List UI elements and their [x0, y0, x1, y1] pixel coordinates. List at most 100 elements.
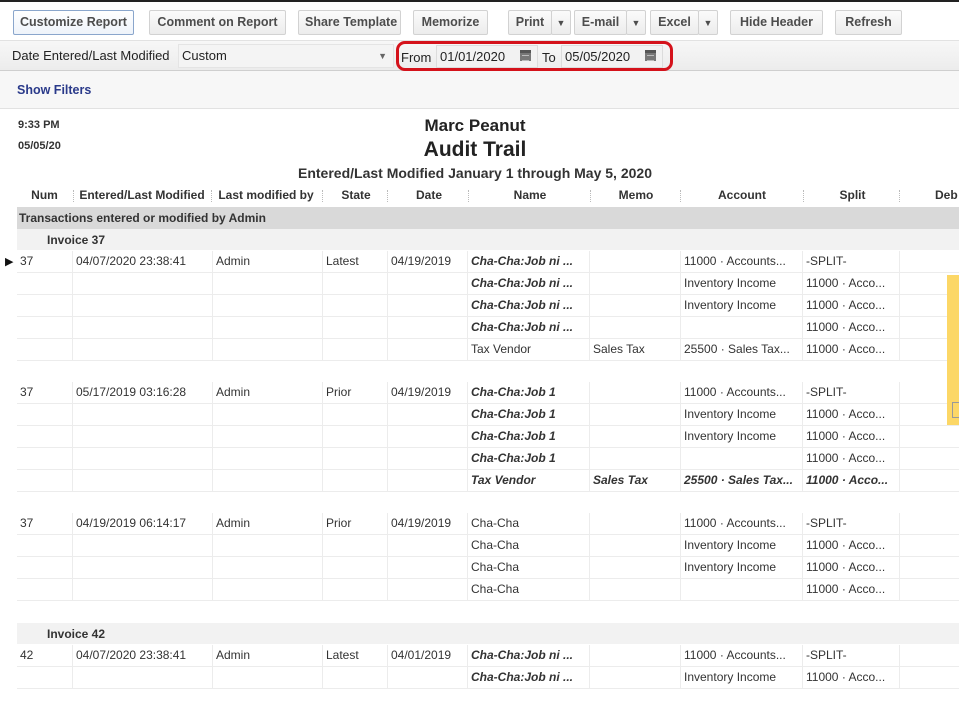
cell-by: [213, 273, 323, 295]
cell-account: Inventory Income: [681, 557, 803, 579]
cell-modified: [73, 404, 213, 426]
cell-date: [388, 535, 468, 557]
chevron-down-icon: ▼: [703, 18, 713, 28]
calendar-icon[interactable]: [520, 50, 531, 61]
table-row[interactable]: Cha-Cha Inventory Income 11000 · Acco...: [17, 535, 959, 557]
cell-memo: [590, 295, 681, 317]
from-date-field[interactable]: 01/01/2020: [436, 45, 538, 68]
print-dropdown[interactable]: ▼: [551, 10, 571, 35]
show-filters-link[interactable]: Show Filters: [17, 83, 91, 97]
excel-dropdown[interactable]: ▼: [698, 10, 718, 35]
cell-name: Cha-Cha: [468, 535, 590, 557]
cell-name: Cha-Cha:Job ni ...: [468, 295, 590, 317]
column-resize-handle[interactable]: [468, 190, 469, 202]
cell-modified: [73, 295, 213, 317]
email-dropdown[interactable]: ▼: [626, 10, 646, 35]
comment-on-report-button[interactable]: Comment on Report: [149, 10, 286, 35]
cell-debit: [900, 470, 959, 492]
share-template-button[interactable]: Share Template: [298, 10, 401, 35]
cell-split: 11000 · Acco...: [803, 667, 900, 689]
table-row[interactable]: Tax Vendor Sales Tax 25500 · Sales Tax... 1…: [17, 470, 959, 492]
cell-debit: [900, 448, 959, 470]
to-date-field[interactable]: 05/05/2020: [561, 45, 663, 68]
table-row[interactable]: 37 04/19/2019 06:14:17 Admin Prior 04/19/201…: [17, 513, 959, 535]
cell-by: [213, 667, 323, 689]
hide-header-button[interactable]: Hide Header: [730, 10, 823, 35]
cell-date: 04/19/2019: [388, 382, 468, 404]
column-resize-handle[interactable]: [211, 190, 212, 202]
cell-modified: 04/07/2020 23:38:41: [73, 645, 213, 667]
table-row[interactable]: 37 05/17/2019 03:16:28 Admin Prior 04/19/201…: [17, 382, 959, 404]
table-row[interactable]: Cha-Cha:Job 1 11000 · Acco...: [17, 448, 959, 470]
table-row[interactable]: 37 04/07/2020 23:38:41 Admin Latest 04/19/20…: [17, 251, 959, 273]
cell-date: 04/19/2019: [388, 251, 468, 273]
column-resize-handle[interactable]: [899, 190, 900, 202]
column-header-debit[interactable]: Deb: [922, 188, 959, 202]
memorize-button[interactable]: Memorize: [413, 10, 488, 35]
cell-state: [323, 317, 388, 339]
calendar-icon[interactable]: [645, 50, 656, 61]
cell-num: 37: [17, 513, 73, 535]
customize-report-button[interactable]: Customize Report: [13, 10, 134, 35]
column-resize-handle[interactable]: [590, 190, 591, 202]
table-row[interactable]: 42 04/07/2020 23:38:41 Admin Latest 04/01/20…: [17, 645, 959, 667]
print-button[interactable]: Print: [508, 10, 552, 35]
cell-state: [323, 470, 388, 492]
to-label: To: [542, 50, 556, 65]
column-header-account[interactable]: Account: [682, 188, 802, 202]
column-resize-handle[interactable]: [803, 190, 804, 202]
cell-date: [388, 579, 468, 601]
from-label: From: [401, 50, 432, 65]
excel-button[interactable]: Excel: [650, 10, 699, 35]
column-header-entered[interactable]: Entered/Last Modified: [77, 188, 207, 202]
column-resize-handle[interactable]: [322, 190, 323, 202]
cell-modified: [73, 667, 213, 689]
cell-by: [213, 339, 323, 361]
cell-account: Inventory Income: [681, 273, 803, 295]
cell-name: Cha-Cha:Job ni ...: [468, 251, 590, 273]
cell-account: [681, 579, 803, 601]
cell-by: [213, 404, 323, 426]
scroll-indicator[interactable]: [947, 275, 959, 425]
refresh-button[interactable]: Refresh: [835, 10, 902, 35]
cell-account: 11000 · Accounts...: [681, 645, 803, 667]
column-header-memo[interactable]: Memo: [592, 188, 680, 202]
cell-state: [323, 557, 388, 579]
cell-debit: [900, 579, 959, 601]
table-row[interactable]: Cha-Cha:Job 1 Inventory Income 11000 · Acc…: [17, 404, 959, 426]
table-row[interactable]: Cha-Cha:Job 1 Inventory Income 11000 · Acc…: [17, 426, 959, 448]
cell-num: [17, 339, 73, 361]
column-header-modified-by[interactable]: Last modified by: [215, 188, 317, 202]
column-resize-handle[interactable]: [387, 190, 388, 202]
report-title: Audit Trail: [423, 138, 527, 161]
cell-date: [388, 557, 468, 579]
column-resize-handle[interactable]: [73, 190, 74, 202]
table-row[interactable]: Cha-Cha:Job ni ... Inventory Income 11000 …: [17, 273, 959, 295]
cell-debit: [900, 557, 959, 579]
cell-date: 04/19/2019: [388, 513, 468, 535]
column-header-num[interactable]: Num: [17, 188, 72, 202]
cell-modified: [73, 426, 213, 448]
cell-memo: [590, 404, 681, 426]
cell-state: [323, 404, 388, 426]
table-row[interactable]: Cha-Cha 11000 · Acco...: [17, 579, 959, 601]
cell-split: 11000 · Acco...: [803, 339, 900, 361]
cell-modified: 04/19/2019 06:14:17: [73, 513, 213, 535]
date-filter-label: Date Entered/Last Modified: [12, 48, 170, 63]
column-header-split[interactable]: Split: [805, 188, 900, 202]
column-header-name[interactable]: Name: [470, 188, 590, 202]
cell-debit: [900, 535, 959, 557]
table-row[interactable]: Cha-Cha:Job ni ... 11000 · Acco...: [17, 317, 959, 339]
column-header-state[interactable]: State: [325, 188, 387, 202]
column-header-date[interactable]: Date: [389, 188, 469, 202]
cell-memo: [590, 426, 681, 448]
table-row[interactable]: Cha-Cha Inventory Income 11000 · Acco...: [17, 557, 959, 579]
table-row[interactable]: Tax Vendor Sales Tax 25500 · Sales Tax... 1…: [17, 339, 959, 361]
table-row[interactable]: Cha-Cha:Job ni ... Inventory Income 11000 …: [17, 295, 959, 317]
cell-split: 11000 · Acco...: [803, 273, 900, 295]
table-row[interactable]: Cha-Cha:Job ni ... Inventory Income 11000 …: [17, 667, 959, 689]
cell-state: Latest: [323, 645, 388, 667]
column-resize-handle[interactable]: [680, 190, 681, 202]
email-button[interactable]: E-mail: [574, 10, 627, 35]
date-range-select[interactable]: Custom ▼: [178, 44, 394, 68]
